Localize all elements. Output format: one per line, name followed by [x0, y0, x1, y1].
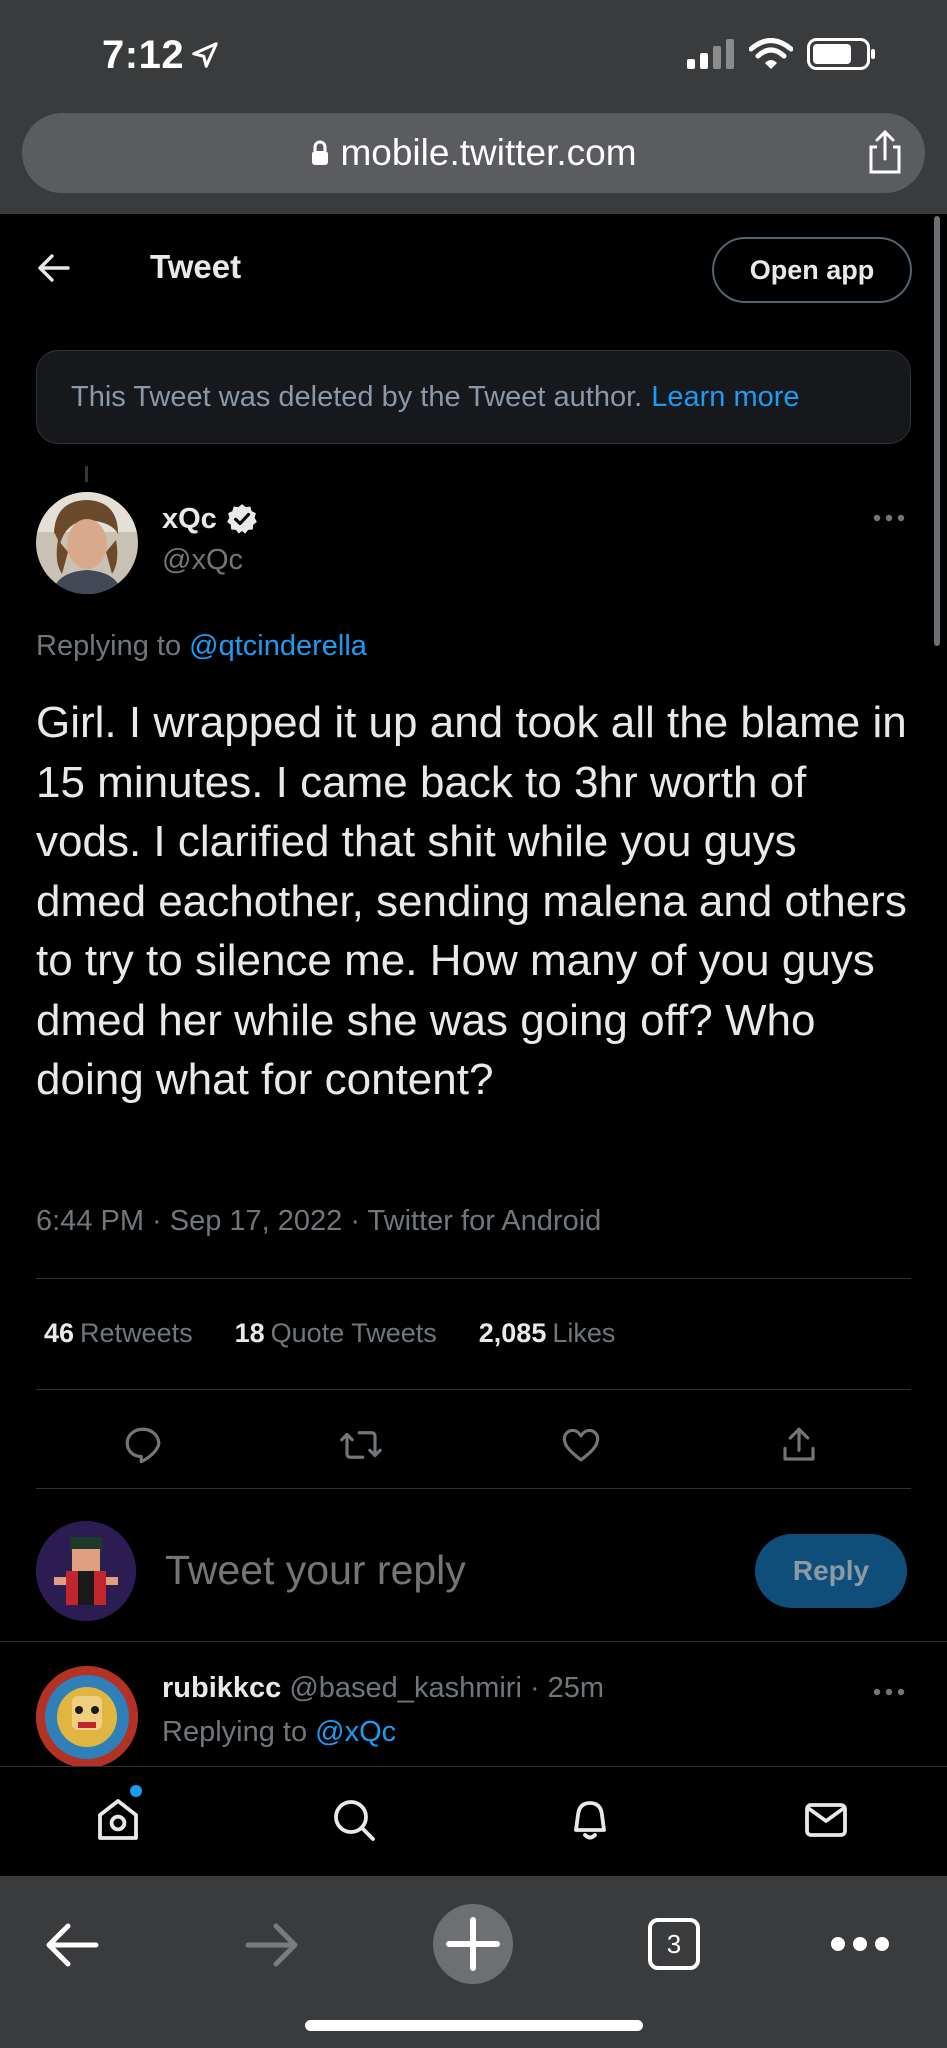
- tweet-actions: [36, 1410, 911, 1480]
- tweet-text: Girl. I wrapped it up and took all the b…: [36, 698, 907, 1104]
- author-avatar[interactable]: [36, 492, 138, 594]
- back-arrow-icon[interactable]: [36, 250, 72, 286]
- status-time: 7:12: [102, 33, 185, 77]
- deleted-notice-text: This Tweet was deleted by the Tweet auth…: [71, 380, 643, 413]
- reply-replying-to: Replying to @xQc: [162, 1716, 396, 1749]
- more-icon[interactable]: [871, 1680, 907, 1704]
- location-arrow-icon: [192, 42, 218, 68]
- page-scrollbar[interactable]: [934, 216, 940, 646]
- home-indicator[interactable]: [305, 2020, 643, 2031]
- reply-author-line[interactable]: rubikkcc @based_kashmiri · 25m: [162, 1672, 604, 1705]
- address-bar[interactable]: mobile.twitter.com: [22, 113, 925, 193]
- author-handle[interactable]: @xQc: [162, 544, 243, 577]
- home-icon[interactable]: [94, 1795, 142, 1845]
- page-title: Tweet: [150, 248, 242, 285]
- wifi-icon: [749, 38, 793, 69]
- learn-more-link[interactable]: Learn more: [651, 381, 799, 414]
- status-indicators: [687, 38, 877, 70]
- url-text: mobile.twitter.com: [340, 132, 637, 173]
- retweets-stat[interactable]: 46 Retweets: [44, 1318, 193, 1349]
- divider: [36, 1389, 911, 1390]
- messages-icon[interactable]: [802, 1795, 850, 1845]
- page: 7:12 mobile.twitter.com Tweet Open app T…: [0, 0, 947, 2048]
- search-icon[interactable]: [330, 1795, 378, 1845]
- replying-prefix: Replying to: [36, 630, 182, 662]
- reply-button[interactable]: Reply: [755, 1534, 907, 1608]
- replying-to: Replying to @qtcinderella: [36, 630, 367, 663]
- likes-stat[interactable]: 2,085 Likes: [479, 1318, 616, 1349]
- tabs-button[interactable]: 3: [648, 1918, 700, 1970]
- lock-icon: [312, 140, 329, 165]
- browser-back-icon[interactable]: [44, 1920, 100, 1970]
- home-notification-dot: [130, 1785, 142, 1797]
- reply-author-avatar[interactable]: [36, 1666, 138, 1768]
- deleted-tweet-notice: This Tweet was deleted by the Tweet auth…: [36, 350, 911, 444]
- browser-top-chrome: 7:12 mobile.twitter.com: [0, 0, 947, 214]
- tweet-header: Tweet Open app: [0, 214, 947, 324]
- reply-replying-prefix: Replying to: [162, 1716, 308, 1748]
- divider: [36, 1278, 911, 1279]
- retweet-icon[interactable]: [338, 1424, 384, 1466]
- share-tweet-icon[interactable]: [778, 1424, 820, 1466]
- browser-forward-icon[interactable]: [244, 1920, 300, 1970]
- author-name-text: xQc: [162, 502, 217, 535]
- more-icon[interactable]: [871, 506, 907, 530]
- reply-mention-link[interactable]: @xQc: [315, 1716, 396, 1748]
- my-avatar[interactable]: [36, 1521, 136, 1621]
- browser-bottom-toolbar: 3: [0, 1876, 947, 2048]
- divider: [0, 1641, 947, 1642]
- divider: [36, 1488, 911, 1489]
- open-app-button[interactable]: Open app: [712, 237, 912, 303]
- like-icon[interactable]: [560, 1424, 602, 1466]
- reply-author-name: rubikkcc: [162, 1672, 282, 1704]
- tweet-stats: 46 Retweets 18 Quote Tweets 2,085 Likes: [44, 1318, 615, 1349]
- battery-icon: [807, 38, 875, 70]
- tabs-count: 3: [666, 1928, 682, 1959]
- new-tab-icon: [446, 1917, 500, 1971]
- replying-mention-link[interactable]: @qtcinderella: [189, 630, 367, 662]
- author-name[interactable]: xQc: [162, 502, 259, 536]
- notifications-icon[interactable]: [566, 1795, 614, 1845]
- quote-tweets-stat[interactable]: 18 Quote Tweets: [235, 1318, 437, 1349]
- verified-badge-icon: [226, 504, 257, 534]
- reply-icon[interactable]: [122, 1424, 164, 1466]
- signal-icon: [687, 39, 734, 69]
- reply-author-handle-time: @based_kashmiri · 25m: [289, 1672, 605, 1704]
- browser-more-icon[interactable]: [828, 1934, 892, 1954]
- share-icon[interactable]: [865, 129, 905, 175]
- tweet-timestamp[interactable]: 6:44 PM · Sep 17, 2022 · Twitter for And…: [36, 1205, 601, 1238]
- new-tab-button[interactable]: [433, 1904, 513, 1984]
- thread-connector: [85, 466, 88, 482]
- reply-input[interactable]: [165, 1547, 725, 1594]
- bottom-navigation: [0, 1766, 947, 1876]
